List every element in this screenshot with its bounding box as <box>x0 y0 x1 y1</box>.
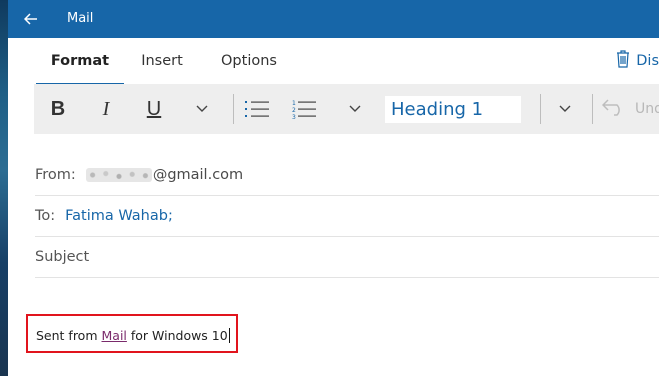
redacted-email-name <box>85 168 152 182</box>
signature-suffix: for Windows 10 <box>126 328 228 343</box>
subject-field[interactable]: Subject <box>35 237 659 278</box>
bold-button[interactable]: B <box>46 84 70 134</box>
from-field[interactable]: From: @gmail.com <box>35 155 659 196</box>
app-title: Mail <box>67 11 94 26</box>
subject-placeholder: Subject <box>35 249 90 265</box>
style-options-chevron-icon[interactable] <box>553 84 577 134</box>
bullet-list-icon[interactable] <box>242 84 272 134</box>
trash-icon <box>616 50 630 72</box>
numbered-list-icon[interactable]: 1 2 3 <box>289 84 319 134</box>
signature-prefix: Sent from <box>36 328 102 343</box>
desktop-background <box>0 0 8 376</box>
tab-insert[interactable]: Insert <box>137 38 187 86</box>
undo-button[interactable]: Und <box>601 84 659 134</box>
from-email: @gmail.com <box>152 167 244 183</box>
mail-window: Mail Format Insert Options Dis B I U 1 2… <box>8 0 659 376</box>
svg-text:2: 2 <box>292 107 296 114</box>
underline-button[interactable]: U <box>142 84 166 134</box>
mail-link[interactable]: Mail <box>102 328 127 343</box>
title-bar: Mail <box>8 0 659 38</box>
format-toolbar: B I U 1 2 3 Heading 1 Und <box>34 84 659 134</box>
text-cursor <box>228 328 230 343</box>
to-label: To: <box>35 208 56 224</box>
ribbon-tabs: Format Insert Options Dis <box>8 38 659 86</box>
italic-button[interactable]: I <box>94 84 118 134</box>
back-arrow-icon[interactable] <box>22 10 40 28</box>
discard-label: Dis <box>636 53 659 69</box>
tab-options[interactable]: Options <box>221 38 277 86</box>
to-field[interactable]: To: Fatima Wahab; <box>35 196 659 237</box>
svg-text:3: 3 <box>292 114 296 119</box>
email-body-signature[interactable]: Sent from Mail for Windows 10 <box>36 328 230 343</box>
recipient-name[interactable]: Fatima Wahab; <box>65 208 173 224</box>
paragraph-style-dropdown[interactable]: Heading 1 <box>385 96 521 123</box>
toolbar-divider <box>592 94 593 124</box>
toolbar-divider <box>540 94 541 124</box>
discard-button[interactable]: Dis <box>616 38 659 84</box>
undo-icon <box>601 98 626 120</box>
tab-format[interactable]: Format <box>36 38 124 86</box>
from-label: From: <box>35 167 76 183</box>
list-options-chevron-icon[interactable] <box>343 84 367 134</box>
undo-label: Und <box>635 101 659 117</box>
svg-text:1: 1 <box>292 100 296 107</box>
toolbar-divider <box>233 94 234 124</box>
font-options-chevron-icon[interactable] <box>190 84 214 134</box>
